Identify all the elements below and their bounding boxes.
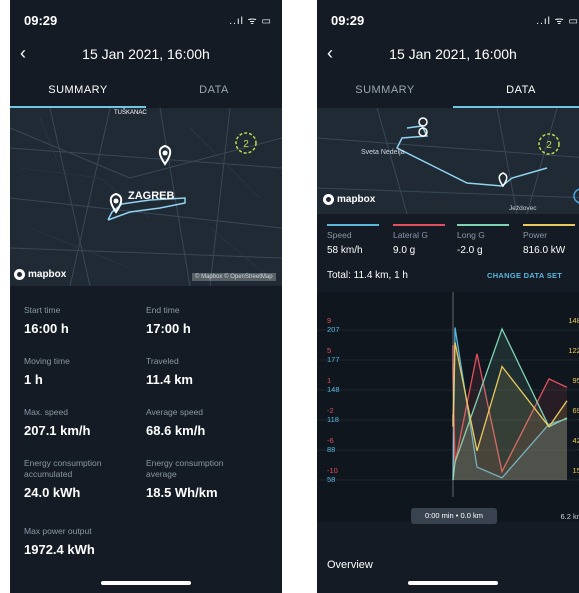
y-tick-left: 5 177 [327,346,340,364]
svg-text:Sveta Nedelja: Sveta Nedelja [361,149,405,156]
status-icons: ..ıl ᯤ ▭ [229,16,272,27]
status-time: 09:29 [24,13,58,28]
tick-label: 9 [568,325,579,334]
status-bar: 09:29 ..ıl ᯤ ▭ [10,0,282,32]
tick-label: -2 [572,415,579,424]
tick-label: 690 [572,406,579,415]
map-graphic: 2 ZAGREB TUŠKANAC [10,108,282,286]
tick-label: 58 [327,475,336,484]
mapbox-logo: mapbox [323,194,375,205]
svg-text:2: 2 [243,139,249,150]
metric-speed[interactable]: Speed 58 km/h [327,224,387,256]
metric-lateral-g[interactable]: Lateral G 9.0 g [393,224,453,256]
tick-label: 5 [568,355,579,364]
tick-label: 1221 [568,346,579,355]
stat-start-time: Start time 16:00 h [24,305,69,336]
change-data-set-button[interactable]: CHANGE DATA SET [487,271,562,280]
tick-label: 159 [572,466,579,475]
status-icons: ..ıl ᯤ ▭ [536,16,579,27]
y-tick-left: -10 58 [327,466,338,484]
telemetry-chart[interactable]: 920751771148-2118-688-1058 1486912215955… [317,292,579,522]
y-tick-right: 14869 [568,316,579,334]
overview-label[interactable]: Overview [327,559,373,571]
y-tick-right: 690-2 [572,406,579,424]
tick-label: -2 [327,406,334,415]
tick-label: 88 [327,445,336,454]
tick-label: 148 [327,385,340,394]
tick-label: -6 [327,436,334,445]
status-bar: 09:29 ..ıl ᯤ ▭ [317,0,579,32]
y-tick-right: 159-9 [572,466,579,484]
data-screen: 09:29 ..ıl ᯤ ▭ ‹ 15 Jan 2021, 16:00h SUM… [317,0,579,593]
x-axis-max: 6.2 km [560,512,579,521]
tick-label: 207 [327,325,340,334]
y-tick-left: -6 88 [327,436,335,454]
tick-label: 1486 [568,316,579,325]
tick-label: 2 [572,385,579,394]
mapbox-logo: mapbox [14,269,66,280]
tick-label: 118 [327,415,339,424]
route-map[interactable]: 2 Sveta Nedelja Ježdovec i mapbox [317,108,579,214]
stat-energy-accumulated: Energy consumption accumulated 24.0 kWh [24,458,102,500]
svg-text:2: 2 [546,140,552,151]
status-time: 09:29 [331,13,365,28]
y-tick-right: 12215 [568,346,579,364]
svg-text:ZAGREB: ZAGREB [128,190,175,202]
tick-label: 5 [327,346,332,355]
page-title: 15 Jan 2021, 16:00h [389,46,517,62]
header: ‹ 15 Jan 2021, 16:00h [317,38,579,68]
stat-max-power: Max power output 1972.4 kWh [24,526,95,557]
y-tick-left: -2 118 [327,406,339,424]
tab-bar: SUMMARY DATA [10,78,282,108]
metric-long-g[interactable]: Long G -2.0 g [457,224,517,256]
chart-canvas [317,292,579,497]
stat-energy-average: Energy consumption average 18.5 Wh/km [146,458,224,500]
tab-bar: SUMMARY DATA [317,78,579,108]
scrubber-label[interactable]: 0:00 min • 0.0 km [411,508,497,524]
page-title: 15 Jan 2021, 16:00h [82,46,210,62]
tab-summary[interactable]: SUMMARY [10,84,146,96]
stat-average-speed: Average speed 68.6 km/h [146,407,206,438]
stat-max-speed: Max. speed 207.1 km/h [24,407,91,438]
y-tick-right: 424-5 [572,436,579,454]
home-indicator[interactable] [101,581,191,585]
stat-end-time: End time 17:00 h [146,305,191,336]
tick-label: 1 [327,376,332,385]
tick-label: 424 [572,436,579,445]
total-summary: Total: 11.4 km, 1 h [327,270,408,281]
y-tick-right: 9552 [572,376,579,394]
header: ‹ 15 Jan 2021, 16:00h [10,38,282,68]
home-indicator[interactable] [408,581,498,585]
tab-data[interactable]: DATA [453,84,579,96]
tick-label: 9 [327,316,332,325]
tab-data[interactable]: DATA [146,84,282,96]
stat-moving-time: Moving time 1 h [24,356,70,387]
summary-screen: 09:29 ..ıl ᯤ ▭ ‹ 15 Jan 2021, 16:00h SUM… [10,0,282,593]
svg-text:Ježdovec: Ježdovec [509,205,537,212]
tick-label: -10 [327,466,338,475]
tick-label: 955 [572,376,579,385]
metric-power[interactable]: Power 816.0 kW [523,224,579,256]
y-tick-left: 9 207 [327,316,340,334]
tick-label: 177 [327,355,340,364]
tab-summary[interactable]: SUMMARY [317,84,453,96]
y-tick-left: 1 148 [327,376,340,394]
tick-label: -9 [572,475,579,484]
route-map[interactable]: 2 ZAGREB TUŠKANAC mapbox © Mapbox © Open… [10,108,282,286]
tick-label: -5 [572,445,579,454]
info-icon [573,188,579,204]
svg-text:TUŠKANAC: TUŠKANAC [114,109,147,116]
map-attribution[interactable]: © Mapbox © OpenStreetMap [192,273,276,281]
stat-traveled: Traveled 11.4 km [146,356,193,387]
